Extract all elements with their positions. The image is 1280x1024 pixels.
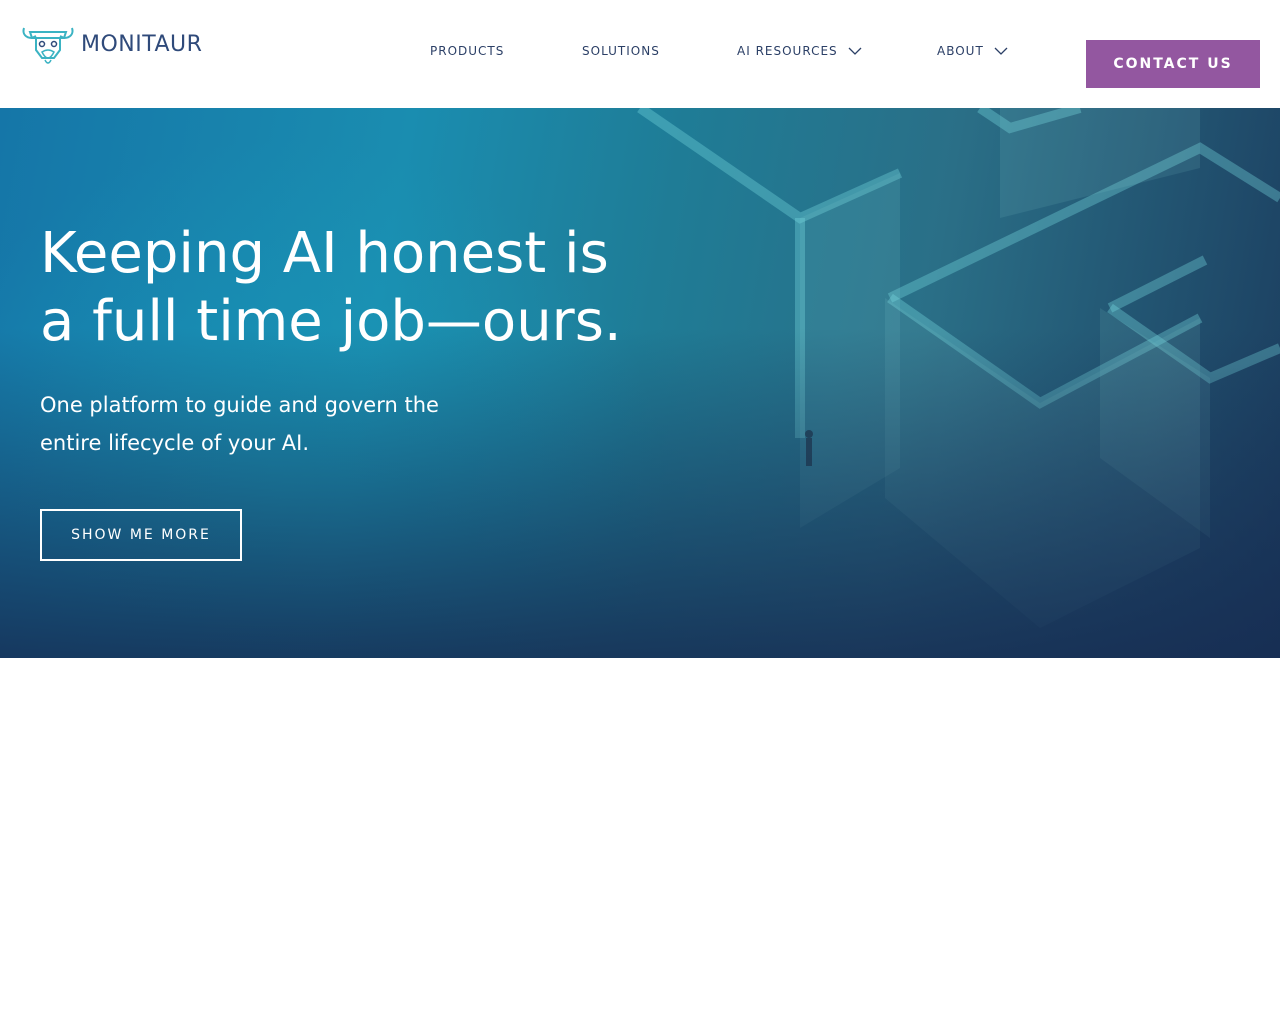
nav-item-label: ABOUT xyxy=(937,44,984,58)
nav-item-products[interactable]: PRODUCTS xyxy=(430,44,504,58)
contact-us-button[interactable]: CONTACT US xyxy=(1086,40,1260,88)
nav-item-solutions[interactable]: SOLUTIONS xyxy=(582,44,660,58)
nav-item-about[interactable]: ABOUT xyxy=(937,44,1008,58)
brand-logo-link[interactable]: MONITAUR xyxy=(20,22,202,66)
chevron-down-icon xyxy=(848,47,862,55)
hero-section: Keeping AI honest is a full time job—our… xyxy=(0,108,1280,658)
show-me-more-button[interactable]: SHOW ME MORE xyxy=(40,509,242,561)
chevron-down-icon xyxy=(994,47,1008,55)
hero-title: Keeping AI honest is a full time job—our… xyxy=(40,221,622,354)
nav-item-label: AI RESOURCES xyxy=(737,44,838,58)
brand-name: MONITAUR xyxy=(81,31,203,57)
nav-item-label: PRODUCTS xyxy=(430,44,505,58)
nav-item-ai-resources[interactable]: AI RESOURCES xyxy=(737,44,862,58)
site-header: MONITAUR PRODUCTS SOLUTIONS AI RESOURCES… xyxy=(0,0,1280,108)
hero-subtitle: One platform to guide and govern the ent… xyxy=(40,393,439,455)
bull-head-icon xyxy=(22,27,74,64)
nav-item-label: SOLUTIONS xyxy=(582,44,660,58)
hero-shade xyxy=(0,108,1280,658)
